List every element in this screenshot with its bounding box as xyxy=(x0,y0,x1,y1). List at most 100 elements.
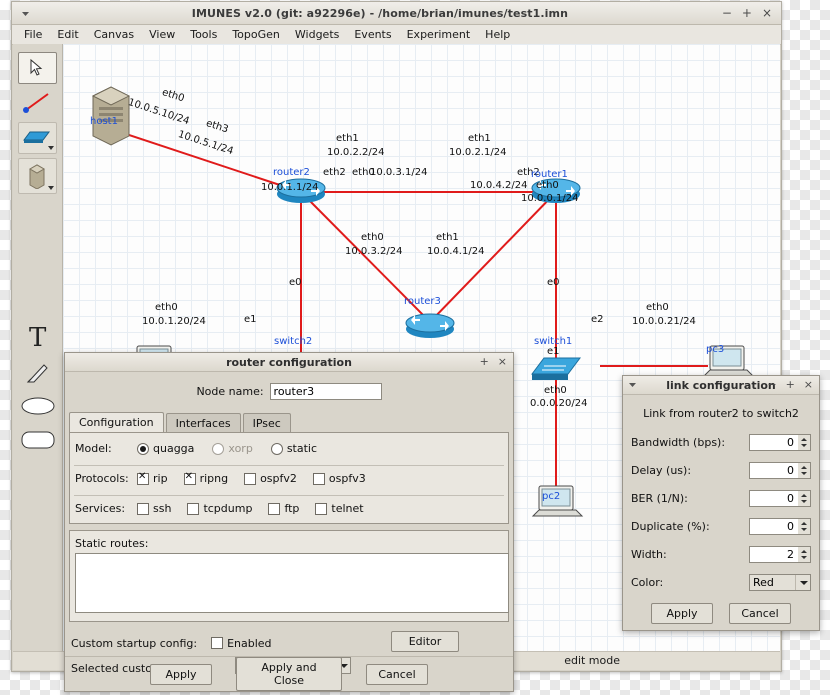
router-configuration-dialog: router configuration + × Node name: Conf… xyxy=(64,352,514,692)
menu-events[interactable]: Events xyxy=(347,26,398,43)
bandwidth-label: Bandwidth (bps): xyxy=(631,436,726,449)
window-menu-icon[interactable] xyxy=(12,8,38,19)
node-name-label: Node name: xyxy=(196,385,264,398)
service-telnet-checkbox[interactable] xyxy=(315,502,328,515)
protocol-rip-label: rip xyxy=(153,472,168,485)
model-xorp-radio[interactable] xyxy=(212,442,225,455)
menu-file[interactable]: File xyxy=(17,26,49,43)
model-quagga-radio[interactable] xyxy=(137,442,149,455)
router-config-cancel-button[interactable]: Cancel xyxy=(366,663,428,685)
model-label: Model: xyxy=(75,442,112,455)
editor-button[interactable]: Editor xyxy=(391,631,459,652)
tool-select-icon[interactable] xyxy=(18,52,57,84)
color-chevron-down-icon[interactable] xyxy=(795,575,810,590)
tool-link-icon[interactable] xyxy=(19,88,56,118)
link-configuration-dialog: link configuration − + × Link from route… xyxy=(622,375,820,631)
router-config-titlebar: router configuration + × xyxy=(65,353,513,372)
configuration-tab-panel: Model: quagga xorp static Protocols: rip… xyxy=(69,432,509,524)
services-label: Services: xyxy=(75,502,126,515)
model-static-label: static xyxy=(286,442,318,455)
tool-palette: T xyxy=(13,44,63,670)
static-routes-panel: Static routes: xyxy=(69,530,509,622)
protocol-rip-checkbox[interactable] xyxy=(137,471,149,485)
link-config-close-button[interactable]: × xyxy=(804,378,813,391)
protocol-ospfv2-label: ospfv2 xyxy=(260,472,297,485)
model-xorp-label: xorp xyxy=(228,442,253,455)
window-title: IMUNES v2.0 (git: a92296e) - /home/brian… xyxy=(191,6,569,20)
router-config-apply-button[interactable]: Apply xyxy=(150,663,212,685)
tool-oval-icon[interactable] xyxy=(19,392,56,422)
protocol-ripng-label: ripng xyxy=(199,472,229,485)
service-ssh-checkbox[interactable] xyxy=(137,502,149,515)
link-config-maximize-button[interactable]: + xyxy=(786,378,795,391)
menu-widgets[interactable]: Widgets xyxy=(288,26,346,43)
panel-divider-1 xyxy=(74,465,504,466)
service-ftp-label: ftp xyxy=(284,502,300,515)
duplicate-label: Duplicate (%): xyxy=(631,520,710,533)
protocols-label: Protocols: xyxy=(75,472,129,485)
duplicate-stepper[interactable] xyxy=(798,518,811,535)
router-config-button-bar: Apply Apply and Close Cancel xyxy=(65,656,513,691)
service-ftp-checkbox[interactable] xyxy=(268,502,281,515)
link-config-apply-button[interactable]: Apply xyxy=(651,602,713,624)
menu-bar: File Edit Canvas View Tools TopoGen Widg… xyxy=(12,25,781,45)
link-config-titlebar: link configuration − + × xyxy=(623,376,819,395)
link-config-menu-icon[interactable] xyxy=(628,380,637,389)
color-label: Color: xyxy=(631,576,664,589)
menu-view[interactable]: View xyxy=(142,26,182,43)
link-config-cancel-button[interactable]: Cancel xyxy=(729,602,791,624)
router-config-apply-and-close-button[interactable]: Apply and Close xyxy=(236,657,342,691)
delay-stepper[interactable] xyxy=(798,462,811,479)
tool-switch-icon[interactable] xyxy=(18,122,57,154)
maximize-button[interactable]: + xyxy=(742,7,752,19)
router-config-close-button[interactable]: × xyxy=(498,355,507,368)
width-stepper[interactable] xyxy=(798,546,811,563)
bandwidth-stepper[interactable] xyxy=(798,434,811,451)
router-config-title: router configuration xyxy=(226,355,352,369)
link-config-subtitle: Link from router2 to switch2 xyxy=(643,407,799,420)
node-name-input[interactable] xyxy=(269,383,382,400)
model-quagga-label: quagga xyxy=(153,442,195,455)
tab-interfaces[interactable]: Interfaces xyxy=(165,413,241,432)
delay-label: Delay (us): xyxy=(631,464,692,477)
tool-text-icon[interactable]: T xyxy=(19,324,56,354)
custom-startup-enabled-label: Enabled xyxy=(227,636,272,650)
custom-startup-config-label: Custom startup config: xyxy=(71,636,198,650)
panel-divider-2 xyxy=(74,495,504,496)
tool-rect-icon[interactable] xyxy=(19,426,56,456)
router-config-maximize-button[interactable]: + xyxy=(480,355,489,368)
title-bar: IMUNES v2.0 (git: a92296e) - /home/brian… xyxy=(12,2,781,25)
protocol-ospfv2-checkbox[interactable] xyxy=(244,472,257,485)
menu-canvas[interactable]: Canvas xyxy=(87,26,141,43)
menu-help[interactable]: Help xyxy=(478,26,517,43)
menu-edit[interactable]: Edit xyxy=(50,26,85,43)
tab-ipsec[interactable]: IPsec xyxy=(242,413,291,432)
service-tcpdump-checkbox[interactable] xyxy=(187,502,200,515)
menu-tools[interactable]: Tools xyxy=(183,26,224,43)
service-telnet-label: telnet xyxy=(331,502,364,515)
menu-experiment[interactable]: Experiment xyxy=(400,26,478,43)
tool-freehand-icon[interactable] xyxy=(19,358,56,388)
tool-host-icon[interactable] xyxy=(18,158,57,194)
tab-configuration[interactable]: Configuration xyxy=(69,412,164,432)
custom-startup-enabled-checkbox[interactable] xyxy=(211,637,224,649)
service-tcpdump-label: tcpdump xyxy=(203,502,253,515)
link-config-button-bar: Apply Cancel xyxy=(623,596,819,630)
ber-stepper[interactable] xyxy=(798,490,811,507)
protocol-ospfv3-checkbox[interactable] xyxy=(312,472,325,485)
router-config-tabs: Configuration Interfaces IPsec xyxy=(65,412,513,432)
static-routes-textarea[interactable] xyxy=(75,553,509,613)
model-static-radio[interactable] xyxy=(270,442,283,455)
width-label: Width: xyxy=(631,548,667,561)
status-mode-text: edit mode xyxy=(564,654,620,667)
service-ssh-label: ssh xyxy=(153,502,172,515)
node-router3 xyxy=(405,313,455,338)
close-button[interactable]: × xyxy=(762,7,772,19)
minimize-button[interactable]: − xyxy=(722,7,732,19)
link-config-minimize-button[interactable]: − xyxy=(767,378,776,391)
protocol-ospfv3-label: ospfv3 xyxy=(328,472,366,485)
menu-topogen[interactable]: TopoGen xyxy=(225,26,287,43)
static-routes-label: Static routes: xyxy=(75,537,149,550)
protocol-ripng-checkbox[interactable] xyxy=(183,471,196,485)
ber-label: BER (1/N): xyxy=(631,492,688,505)
